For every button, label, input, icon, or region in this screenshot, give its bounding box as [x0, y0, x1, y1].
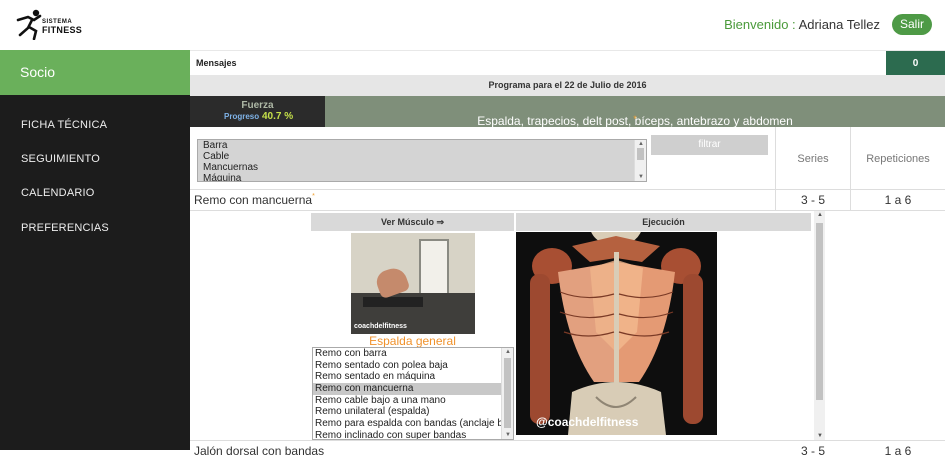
- sistema-fitness-logo[interactable]: SISTEMA FITNESS: [14, 8, 94, 42]
- messages-label: Mensajes: [196, 58, 237, 68]
- logo-text-bottom: FITNESS: [42, 25, 83, 35]
- sidebar-item-seguimiento[interactable]: SEGUIMIENTO: [21, 153, 100, 165]
- anatomy-back-muscles-image: @coachdelfitness: [516, 232, 717, 435]
- scroll-thumb[interactable]: [637, 148, 644, 160]
- exercise-series: 3 - 5: [800, 444, 825, 458]
- thumb-wall: [351, 233, 475, 293]
- series-column-header: Series: [797, 153, 829, 165]
- welcome-label: Bienvenido :: [724, 17, 796, 32]
- detail-scrollbar[interactable]: ▲ ▼: [814, 211, 825, 440]
- filter-row: Barra Cable Mancuernas Máquina ▲ ▼ filtr…: [190, 127, 945, 190]
- scroll-up-arrow-icon[interactable]: ▲: [817, 212, 823, 218]
- sidebar-item-calendario[interactable]: CALENDARIO: [21, 187, 95, 199]
- view-muscle-tab[interactable]: Ver Músculo ⇒: [311, 213, 514, 231]
- alternative-option[interactable]: Remo sentado en máquina: [313, 371, 501, 383]
- equipment-list-scrollbar[interactable]: ▲ ▼: [634, 140, 646, 181]
- alternative-option[interactable]: Remo cable bajo a una mano: [313, 395, 501, 407]
- scroll-down-arrow-icon[interactable]: ▼: [505, 432, 511, 438]
- program-title-bar: Programa para el 22 de Julio de 2016: [190, 75, 945, 96]
- back-muscles-illustration: [516, 232, 717, 435]
- alternative-option[interactable]: Remo unilateral (espalda): [313, 406, 501, 418]
- equipment-option[interactable]: Barra: [198, 140, 634, 151]
- exercise-row[interactable]: Remo con mancuerna* 3 - 5 1 a 6: [190, 190, 945, 211]
- muscle-group-label: Espalda general: [369, 334, 456, 348]
- messages-count-badge[interactable]: 0: [886, 51, 945, 76]
- sidebar-item-preferencias[interactable]: PREFERENCIAS: [21, 222, 109, 234]
- top-header: SISTEMA FITNESS Bienvenido : Adriana Tel…: [0, 0, 945, 50]
- exercise-repetitions: 1 a 6: [884, 444, 912, 458]
- anatomy-image-caption: @coachdelfitness: [536, 415, 639, 429]
- messages-bar: Mensajes 0: [190, 50, 945, 76]
- scroll-thumb[interactable]: [504, 358, 511, 428]
- execution-tab[interactable]: Ejecución: [516, 213, 811, 231]
- scroll-thumb[interactable]: [816, 223, 823, 400]
- alternative-option-selected[interactable]: Remo con mancuerna: [313, 383, 501, 395]
- progress-value: 40.7 %: [262, 111, 294, 122]
- exercise-series: 3 - 5: [800, 193, 825, 207]
- alternative-exercises-list[interactable]: Remo con barra Remo sentado con polea ba…: [312, 347, 514, 440]
- thumb-bench: [363, 297, 423, 307]
- exercise-marker: *: [312, 193, 315, 200]
- equipment-option[interactable]: Mancuernas: [198, 162, 634, 173]
- equipment-option[interactable]: Máquina: [198, 173, 634, 181]
- exercise-name-text: Remo con mancuerna: [194, 193, 313, 207]
- muscle-groups-bar: Espalda, trapecios, delt post, bíceps, a…: [325, 96, 945, 128]
- exercise-detail-panel: Ver Músculo ⇒ Ejecución coachdelfitness …: [190, 211, 945, 440]
- thumb-caption: coachdelfitness: [354, 323, 407, 330]
- repetitions-column-header: Repeticiones: [866, 153, 930, 165]
- alternative-option[interactable]: Remo sentado con polea baja: [313, 360, 501, 372]
- alternative-option[interactable]: Remo inclinado con super bandas: [313, 430, 501, 439]
- alternatives-scrollbar[interactable]: ▲ ▼: [501, 348, 513, 439]
- user-name: Adriana Tellez: [798, 17, 880, 32]
- phase-box: Fuerza Progreso 40.7 %: [190, 96, 325, 127]
- exercise-thumbnail[interactable]: coachdelfitness: [351, 233, 475, 334]
- program-title: Programa para el 22 de Julio de 2016: [488, 80, 647, 90]
- exercise-repetitions: 1 a 6: [884, 193, 912, 207]
- progress-label: Progreso: [224, 112, 260, 121]
- scroll-down-arrow-icon[interactable]: ▼: [638, 174, 644, 180]
- alternative-option[interactable]: Remo para espalda con bandas (anclaje ba…: [313, 418, 513, 430]
- scroll-down-arrow-icon[interactable]: ▼: [817, 433, 823, 439]
- exercise-row[interactable]: Jalón dorsal con bandas 3 - 5 1 a 6: [190, 440, 945, 460]
- filter-button[interactable]: filtrar: [651, 135, 768, 155]
- phase-name: Fuerza: [241, 100, 274, 111]
- scroll-up-arrow-icon[interactable]: ▲: [505, 349, 511, 355]
- sidebar-title: Socio: [0, 50, 190, 95]
- sidebar-item-ficha-tecnica[interactable]: FICHA TÉCNICA: [21, 119, 107, 131]
- sidebar: Socio FICHA TÉCNICA SEGUIMIENTO CALENDAR…: [0, 50, 190, 450]
- logout-button[interactable]: Salir: [892, 14, 932, 35]
- equipment-option[interactable]: Cable: [198, 151, 634, 162]
- muscle-marker: *: [633, 114, 637, 124]
- scroll-up-arrow-icon[interactable]: ▲: [638, 141, 644, 147]
- welcome-text: Bienvenido : Adriana Tellez: [724, 17, 880, 32]
- exercise-name[interactable]: Remo con mancuerna*: [194, 193, 315, 207]
- alternative-option[interactable]: Remo con barra: [313, 348, 501, 360]
- equipment-filter-list[interactable]: Barra Cable Mancuernas Máquina ▲ ▼: [197, 139, 647, 182]
- exercise-name[interactable]: Jalón dorsal con bandas: [194, 444, 324, 458]
